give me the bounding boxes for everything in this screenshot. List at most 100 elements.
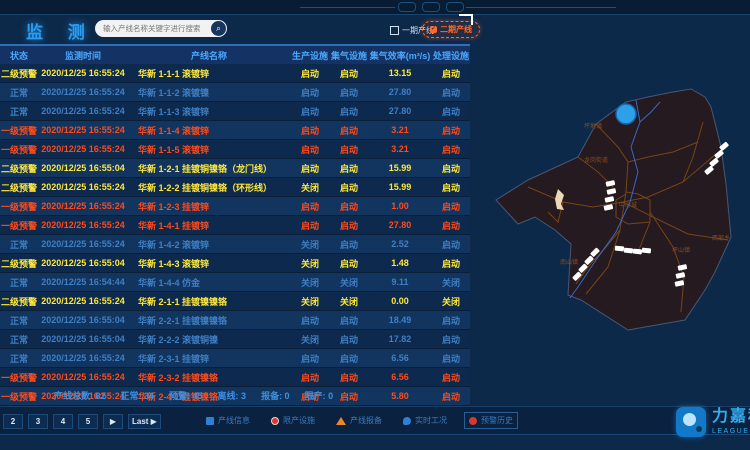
legend-icon — [271, 417, 279, 425]
cell-efficiency: 5.80 — [368, 391, 432, 401]
summary-item: 产线总数: 82 — [54, 389, 106, 402]
page-button[interactable]: 4 — [53, 414, 73, 429]
cell-gas-collect: 启动 — [330, 124, 368, 137]
cell-gas-collect: 启动 — [330, 371, 368, 384]
col-gas-collect: 集气设施 — [330, 49, 368, 62]
cell-time: 2020/12/25 16:55:24 — [38, 125, 128, 135]
table-row[interactable]: 正常 2020/12/25 16:54:44 华新 1-4-4 仿金 关闭 关闭… — [0, 273, 470, 292]
map-place-label: 南山镇 — [560, 258, 578, 266]
table-row[interactable]: 正常 2020/12/25 16:55:24 华新 1-1-3 滚镀锌 启动 启… — [0, 102, 470, 121]
decor-tab — [422, 2, 440, 12]
cell-production: 启动 — [290, 314, 330, 327]
cell-line-name: 华新 1-1-5 滚镀锌 — [128, 143, 290, 156]
search-input[interactable] — [95, 24, 211, 33]
table-row[interactable]: 一级预警 2020/12/25 16:55:24 华新 1-2-3 挂镀锌 启动… — [0, 197, 470, 216]
page-button[interactable]: 3 — [28, 414, 48, 429]
cell-production: 关闭 — [290, 181, 330, 194]
decor-line — [466, 7, 616, 8]
decor-tab — [398, 2, 416, 12]
logo-name-cn: 力嘉科技 — [712, 409, 750, 425]
cell-production: 启动 — [290, 67, 330, 80]
legend-item[interactable]: 产线报备 — [332, 413, 386, 428]
cell-status: 一级预警 — [0, 390, 38, 403]
table-row[interactable]: 正常 2020/12/25 16:55:24 华新 2-3-1 挂镀锌 启动 启… — [0, 349, 470, 368]
cell-efficiency: 27.80 — [368, 220, 432, 230]
table-row[interactable]: 二级预警 2020/12/25 16:55:04 华新 1-4-3 滚镀锌 关闭… — [0, 254, 470, 273]
cell-treatment: 启动 — [432, 390, 470, 403]
legend-icon — [206, 417, 214, 425]
legend-label: 实时工况 — [415, 415, 447, 426]
table-row[interactable]: 一级预警 2020/12/25 16:55:24 华新 1-4-1 挂镀锌 启动… — [0, 216, 470, 235]
facility-marker[interactable] — [633, 249, 642, 255]
table-row[interactable]: 正常 2020/12/25 16:55:04 华新 2-2-2 滚镀铜镍 关闭 … — [0, 330, 470, 349]
cell-gas-collect: 关闭 — [330, 276, 368, 289]
page-button[interactable]: ▶ — [103, 414, 123, 429]
cell-treatment: 启动 — [432, 219, 470, 232]
cell-gas-collect: 关闭 — [330, 295, 368, 308]
corner-bracket-decor — [459, 14, 473, 25]
legend-item[interactable]: 实时工况 — [399, 413, 451, 428]
table-row[interactable]: 一级预警 2020/12/25 16:55:24 华新 2-3-2 挂镀镍铬 启… — [0, 368, 470, 387]
map-place-label: 坪地镇 — [584, 122, 602, 130]
cell-line-name: 华新 1-4-1 挂镀锌 — [128, 219, 290, 232]
cell-status: 正常 — [0, 314, 38, 327]
district-map[interactable]: 坪地镇 龙岗街道 中心城 西部乡 南山镇 坪山镇 — [488, 62, 750, 394]
col-efficiency: 集气效率(m³/s) — [368, 49, 432, 62]
footer-legend: 产线信息 限产设施 产线报备 实时工况 预警历史 — [202, 412, 518, 429]
checked-checkbox-icon: ✓ — [430, 26, 437, 33]
facility-marker[interactable] — [615, 246, 624, 252]
cell-gas-collect: 启动 — [330, 257, 368, 270]
cell-line-name: 华新 1-1-1 滚镀锌 — [128, 67, 290, 80]
table-row[interactable]: 正常 2020/12/25 16:55:04 华新 2-2-1 挂镀镍镍铬 启动… — [0, 311, 470, 330]
table-row[interactable]: 一级预警 2020/12/25 16:55:24 华新 1-1-4 滚镀锌 启动… — [0, 121, 470, 140]
cell-status: 二级预警 — [0, 295, 38, 308]
cell-treatment: 关闭 — [432, 295, 470, 308]
legend-item[interactable]: 产线信息 — [202, 413, 254, 428]
cell-status: 正常 — [0, 86, 38, 99]
cell-line-name: 华新 1-4-3 滚镀锌 — [128, 257, 290, 270]
search-bar[interactable]: ⌕ — [95, 20, 227, 37]
page-button[interactable]: 5 — [78, 414, 98, 429]
table-row[interactable]: 二级预警 2020/12/25 16:55:24 华新 1-1-1 滚镀锌 启动… — [0, 64, 470, 83]
bottom-bar: 2345 ▶ Last ▶ 产线信息 限产设施 产线报备 实时工况 预警历史 — [0, 406, 750, 435]
map-place-label: 龙岗街道 — [584, 156, 608, 164]
map-highlight-circle[interactable] — [616, 104, 636, 124]
cell-production: 关闭 — [290, 257, 330, 270]
legend-item[interactable]: 限产设施 — [267, 413, 319, 428]
cell-production: 启动 — [290, 352, 330, 365]
table-row[interactable]: 二级预警 2020/12/25 16:55:24 华新 2-1-1 挂镀镍镍铬 … — [0, 292, 470, 311]
cell-efficiency: 27.80 — [368, 106, 432, 116]
cell-production: 启动 — [290, 200, 330, 213]
cell-line-name: 华新 2-3-2 挂镀镍铬 — [128, 371, 290, 384]
cell-status: 二级预警 — [0, 67, 38, 80]
page-button[interactable]: 2 — [3, 414, 23, 429]
page-button[interactable]: Last ▶ — [128, 414, 161, 429]
cell-time: 2020/12/25 16:55:04 — [38, 163, 128, 173]
cell-efficiency: 2.52 — [368, 239, 432, 249]
cell-production: 启动 — [290, 105, 330, 118]
cell-status: 一级预警 — [0, 371, 38, 384]
facility-marker[interactable] — [624, 248, 633, 254]
search-icon[interactable]: ⌕ — [211, 21, 226, 36]
cell-line-name: 华新 1-2-2 挂镀铜镍铬（环形线） — [128, 181, 290, 194]
cell-line-name: 华新 2-3-1 挂镀锌 — [128, 352, 290, 365]
checkbox-icon[interactable] — [390, 26, 399, 35]
cell-efficiency: 18.49 — [368, 315, 432, 325]
table-row[interactable]: 一级预警 2020/12/25 16:55:24 华新 1-1-5 滚镀锌 启动… — [0, 140, 470, 159]
table-row[interactable]: 二级预警 2020/12/25 16:55:04 华新 1-2-1 挂镀铜镍铬（… — [0, 159, 470, 178]
legend-icon — [403, 417, 411, 425]
pagination: 2345 ▶ Last ▶ — [3, 414, 161, 429]
facility-marker[interactable] — [642, 248, 651, 254]
table-row[interactable]: 正常 2020/12/25 16:55:24 华新 1-1-2 滚镀镍 启动 启… — [0, 83, 470, 102]
page-title: 监 测 — [26, 18, 95, 43]
cell-line-name: 华新 1-1-3 滚镀锌 — [128, 105, 290, 118]
table-row[interactable]: 二级预警 2020/12/25 16:55:24 华新 1-2-2 挂镀铜镍铬（… — [0, 178, 470, 197]
table-row[interactable]: 正常 2020/12/25 16:55:24 华新 1-4-2 滚镀锌 关闭 启… — [0, 235, 470, 254]
legend-item[interactable]: 预警历史 — [464, 412, 518, 429]
cell-line-name: 华新 1-4-4 仿金 — [128, 276, 290, 289]
cell-time: 2020/12/25 16:55:24 — [38, 239, 128, 249]
cell-treatment: 启动 — [432, 238, 470, 251]
cell-gas-collect: 启动 — [330, 352, 368, 365]
cell-gas-collect: 启动 — [330, 105, 368, 118]
phase2-label: 二期产线 — [440, 24, 472, 35]
